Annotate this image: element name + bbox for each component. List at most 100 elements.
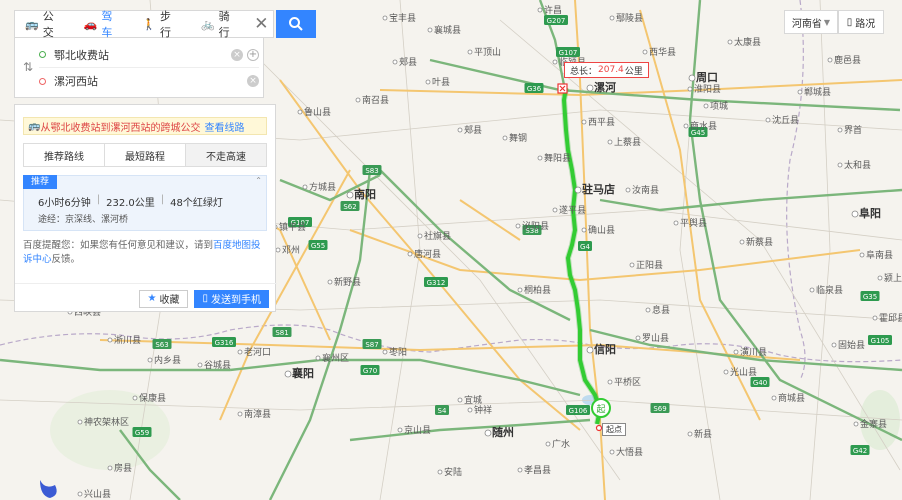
city-label[interactable]: 光山县	[730, 366, 757, 378]
end-input[interactable]: 漯河西站	[54, 73, 243, 89]
collapse-icon[interactable]: ⌃	[255, 176, 262, 185]
city-label[interactable]: 保康县	[139, 392, 166, 404]
city-label[interactable]: 安陆	[444, 466, 462, 478]
city-label[interactable]: 固始县	[838, 339, 865, 351]
mode-tab-bike[interactable]: 🚲 骑行	[191, 10, 250, 39]
mode-tab-walk[interactable]: 🚶 步行	[132, 10, 191, 39]
city-label[interactable]: 随州	[492, 425, 514, 439]
transit-tip[interactable]: 🚌 从鄂北收费站到漯河西站的跨城公交 查看线路	[23, 117, 267, 135]
city-label[interactable]: 信阳	[594, 342, 616, 356]
city-label[interactable]: 宝丰县	[389, 12, 416, 24]
city-label[interactable]: 郸城县	[804, 86, 831, 98]
city-label[interactable]: 正阳县	[636, 260, 663, 271]
city-label[interactable]: 老河口	[244, 346, 271, 358]
close-icon[interactable]: ✕	[250, 14, 273, 34]
city-label[interactable]: 鲁山县	[304, 106, 331, 118]
city-label[interactable]: 平舆县	[680, 217, 707, 229]
city-label[interactable]: 罗山县	[642, 333, 669, 344]
road-condition-button[interactable]: ▯ 路况	[838, 10, 884, 34]
city-label[interactable]: 郏县	[464, 124, 482, 136]
city-label[interactable]: 沈丘县	[772, 114, 799, 126]
city-label[interactable]: 桐柏县	[524, 284, 551, 296]
city-label[interactable]: 驻马店	[582, 182, 615, 196]
city-label[interactable]: 钟祥	[474, 404, 492, 416]
tab-recommended[interactable]: 推荐路线	[24, 144, 105, 166]
city-label[interactable]: 孝昌县	[524, 465, 551, 476]
city-label[interactable]: 商水县	[690, 120, 717, 132]
city-label[interactable]: 西平县	[588, 117, 615, 128]
city-label[interactable]: 周口	[696, 71, 718, 84]
city-label[interactable]: 太康县	[734, 36, 761, 48]
city-label[interactable]: 临泉县	[816, 284, 843, 296]
city-label[interactable]: 南漳县	[244, 408, 271, 420]
city-label[interactable]: 鄢陵县	[616, 13, 643, 24]
swap-icon[interactable]: ⇅	[23, 60, 33, 74]
add-waypoint-icon[interactable]: +	[247, 48, 259, 61]
city-label[interactable]: 京山县	[404, 424, 431, 436]
tab-no-highway[interactable]: 不走高速	[186, 144, 266, 166]
start-input-row[interactable]: 鄂北收费站 × +	[39, 42, 259, 68]
city-label[interactable]: 兴山县	[84, 489, 111, 500]
city-label[interactable]: 商城县	[778, 392, 805, 404]
send-to-phone-button[interactable]: ▯ 发送到手机	[194, 289, 269, 308]
city-label[interactable]: 谷城县	[204, 360, 231, 371]
city-label[interactable]: 宜城	[464, 394, 482, 406]
city-label[interactable]: 漯河	[594, 80, 616, 94]
city-label[interactable]: 霍邱县	[879, 313, 902, 324]
city-label[interactable]: 叶县	[432, 77, 450, 88]
city-label[interactable]: 襄州区	[322, 352, 349, 364]
city-label[interactable]: 平桥区	[614, 376, 641, 388]
city-label[interactable]: 潢川县	[740, 346, 767, 358]
city-label[interactable]: 襄城县	[434, 24, 461, 36]
city-label[interactable]: 阜阳	[859, 206, 881, 220]
city-label[interactable]: 舞阳县	[544, 153, 571, 164]
city-label[interactable]: 淮阳县	[694, 84, 721, 95]
city-label[interactable]: 许昌	[544, 4, 562, 16]
city-label[interactable]: 方城县	[309, 181, 336, 193]
city-label[interactable]: 新县	[694, 428, 712, 440]
city-label[interactable]: 神农架林区	[84, 416, 129, 428]
end-input-row[interactable]: 漯河西站 ×	[39, 68, 259, 94]
city-label[interactable]: 广水	[552, 438, 570, 450]
city-label[interactable]: 颍上县	[884, 272, 902, 284]
city-label[interactable]: 镇平县	[279, 221, 306, 233]
city-label[interactable]: 遂平县	[559, 204, 586, 216]
city-label[interactable]: 上蔡县	[614, 136, 641, 148]
clear-start-icon[interactable]: ×	[231, 48, 243, 61]
city-label[interactable]: 汝南县	[632, 184, 659, 196]
city-label[interactable]: 阜南县	[866, 249, 893, 261]
recommended-route-card[interactable]: 推荐 ⌃ 6小时6分钟 | 232.0公里 | 48个红绿灯 途经：京深线、漯河…	[23, 175, 267, 231]
city-label[interactable]: 金寨县	[860, 418, 887, 430]
city-label[interactable]: 大悟县	[616, 446, 643, 458]
city-label[interactable]: 襄阳	[291, 366, 314, 380]
tab-shortest[interactable]: 最短路程	[105, 144, 186, 166]
city-label[interactable]: 泌阳县	[522, 220, 549, 232]
search-button[interactable]	[276, 10, 316, 38]
view-lines-link[interactable]: 查看线路	[204, 119, 244, 134]
city-label[interactable]: 郏县	[399, 56, 417, 68]
city-label[interactable]: 舞钢	[509, 132, 527, 144]
city-label[interactable]: 太和县	[844, 159, 871, 171]
city-label[interactable]: 社旗县	[424, 230, 451, 242]
city-label[interactable]: 枣阳	[389, 347, 407, 358]
region-select[interactable]: 河南省 ▼	[784, 10, 838, 34]
mode-tab-car[interactable]: 🚗 驾车	[74, 10, 133, 39]
city-label[interactable]: 房县	[114, 462, 132, 474]
clear-end-icon[interactable]: ×	[247, 75, 259, 87]
favorite-button[interactable]: ★ 收藏	[138, 289, 189, 308]
city-label[interactable]: 南阳	[354, 187, 376, 201]
mode-tab-bus[interactable]: 🚌 公交	[15, 10, 74, 39]
city-label[interactable]: 邓州	[282, 245, 300, 256]
city-label[interactable]: 唐河县	[414, 248, 441, 260]
start-input[interactable]: 鄂北收费站	[54, 47, 227, 63]
city-label[interactable]: 项城	[710, 101, 728, 112]
city-label[interactable]: 内乡县	[154, 354, 181, 366]
city-label[interactable]: 淅川县	[114, 334, 141, 346]
city-label[interactable]: 鹿邑县	[834, 54, 861, 66]
city-label[interactable]: 息县	[652, 304, 670, 316]
city-label[interactable]: 新野县	[334, 276, 361, 288]
city-label[interactable]: 西华县	[649, 46, 676, 58]
city-label[interactable]: 新蔡县	[746, 236, 773, 248]
city-label[interactable]: 确山县	[588, 224, 615, 236]
city-label[interactable]: 平顶山	[474, 47, 501, 58]
